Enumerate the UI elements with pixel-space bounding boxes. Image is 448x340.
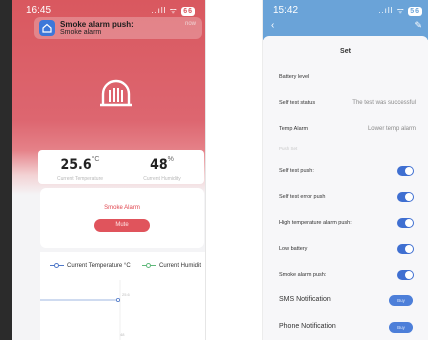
- legend-humidity-swatch: [142, 262, 156, 268]
- row-value: The test was successful: [352, 100, 416, 106]
- readings-card: 25.6°C Current Temperature 48% Current H…: [38, 150, 204, 184]
- humidity-value: 48: [150, 157, 168, 173]
- temperature-data-label: 25.6: [122, 292, 131, 297]
- chevron-left-icon[interactable]: ‹: [271, 20, 274, 31]
- notification-body: Smoke alarm: [60, 29, 102, 36]
- toggle-label: Self test error push: [279, 194, 326, 200]
- signal-wifi-icon: ..ıll ᯤ: [378, 6, 405, 15]
- home-icon: [42, 23, 52, 33]
- screenshot-stage: 16:45 ..ıll ᯤ 66 Smoke alarm push: Smoke…: [0, 0, 448, 340]
- page-title: Set: [340, 48, 351, 55]
- section-hint: Push Set: [279, 146, 298, 151]
- row-temp-alarm[interactable]: Temp Alarm Lower temp alarm: [263, 122, 428, 138]
- humidity-label: Current Humidity: [143, 176, 181, 182]
- status-bar: 16:45 ..ıll ᯤ 66: [12, 0, 205, 18]
- toggle-row-self-test-error-push: Self test error push: [263, 190, 428, 206]
- row-sms-notification: SMS Notification Buy: [263, 293, 428, 309]
- legend-humidity[interactable]: Current Humidit: [142, 262, 202, 269]
- alarm-card: Smoke Alarm Mute: [40, 188, 204, 248]
- alarm-title: Smoke Alarm: [104, 205, 140, 211]
- toggle-row-low-battery: Low battery: [263, 242, 428, 258]
- settings-screen: 15:42 ..ıll ᯤ 56 ‹ ✎ Set Battery level S…: [262, 0, 428, 340]
- temperature-point: [116, 297, 121, 302]
- legend-temperature-swatch: [50, 262, 64, 268]
- temperature-reading: 25.6°C Current Temperature: [40, 156, 120, 182]
- home-app-icon: [39, 20, 55, 36]
- legend-temperature-label: Current Temperature °C: [67, 263, 131, 269]
- history-chart-card: Current Temperature °C Current Humidit 2…: [40, 252, 205, 340]
- settings-sheet: Set Battery level Self test status The t…: [263, 36, 428, 340]
- signal-wifi-icon: ..ıll ᯤ: [151, 6, 178, 15]
- row-label: Battery level: [279, 74, 310, 80]
- self-test-error-push-toggle[interactable]: [397, 192, 414, 202]
- toggle-label: Low battery: [279, 246, 308, 252]
- humidity-unit: %: [167, 156, 174, 163]
- battery-icon: 66: [181, 7, 195, 16]
- left-edge-border: [0, 0, 12, 340]
- status-icons: ..ıll ᯤ 66: [151, 5, 195, 16]
- sms-buy-button[interactable]: Buy: [389, 295, 413, 306]
- low-battery-toggle[interactable]: [397, 244, 414, 254]
- temperature-unit: °C: [91, 156, 100, 163]
- status-bar-right: 15:42 ..ıll ᯤ 56: [263, 0, 428, 18]
- smoke-alarm-push-toggle[interactable]: [397, 270, 414, 280]
- notification-title: Smoke alarm push:: [60, 20, 134, 29]
- toggle-row-self-test-push: Self test push:: [263, 164, 428, 180]
- smoke-detector-icon: [100, 79, 132, 107]
- toggle-row-high-temp-alarm-push: High temperature alarm push:: [263, 216, 428, 232]
- row-self-test-status[interactable]: Self test status The test was successful: [263, 96, 428, 112]
- mute-button[interactable]: Mute: [94, 219, 150, 232]
- status-time: 16:45: [26, 5, 52, 16]
- toggle-row-smoke-alarm-push: Smoke alarm push:: [263, 268, 428, 284]
- phone-buy-button[interactable]: Buy: [389, 322, 413, 333]
- row-value: Lower temp alarm: [367, 126, 416, 132]
- row-phone-notification: Phone Notification Buy: [263, 320, 428, 336]
- humidity-reading: 48% Current Humidity: [122, 156, 202, 182]
- humidity-data-label: 48: [120, 332, 125, 337]
- high-temp-alarm-push-toggle[interactable]: [397, 218, 414, 228]
- push-notification-banner[interactable]: Smoke alarm push: Smoke alarm now: [34, 17, 202, 39]
- legend-temperature[interactable]: Current Temperature °C: [50, 262, 131, 269]
- row-label: Phone Notification: [279, 323, 336, 330]
- row-label: Temp Alarm: [279, 126, 309, 132]
- toggle-label: Smoke alarm push:: [279, 272, 327, 278]
- smoke-detector-home-screen: 16:45 ..ıll ᯤ 66 Smoke alarm push: Smoke…: [12, 0, 206, 340]
- notification-time: now: [184, 21, 196, 27]
- temperature-value: 25.6: [60, 157, 92, 173]
- status-icons-right: ..ıll ᯤ 56: [378, 5, 422, 16]
- self-test-push-toggle[interactable]: [397, 166, 414, 176]
- row-label: SMS Notification: [279, 296, 331, 303]
- toggle-label: High temperature alarm push:: [279, 220, 352, 226]
- battery-icon: 56: [408, 7, 422, 16]
- temperature-label: Current Temperature: [56, 176, 104, 182]
- history-chart: 25.6 48: [40, 280, 131, 340]
- pencil-icon[interactable]: ✎: [414, 20, 422, 31]
- legend-humidity-label: Current Humidit: [159, 263, 202, 269]
- status-time-right: 15:42: [273, 5, 299, 16]
- toggle-label: Self test push:: [279, 168, 314, 174]
- row-label: Self test status: [279, 100, 316, 106]
- row-battery-level[interactable]: Battery level: [263, 70, 428, 86]
